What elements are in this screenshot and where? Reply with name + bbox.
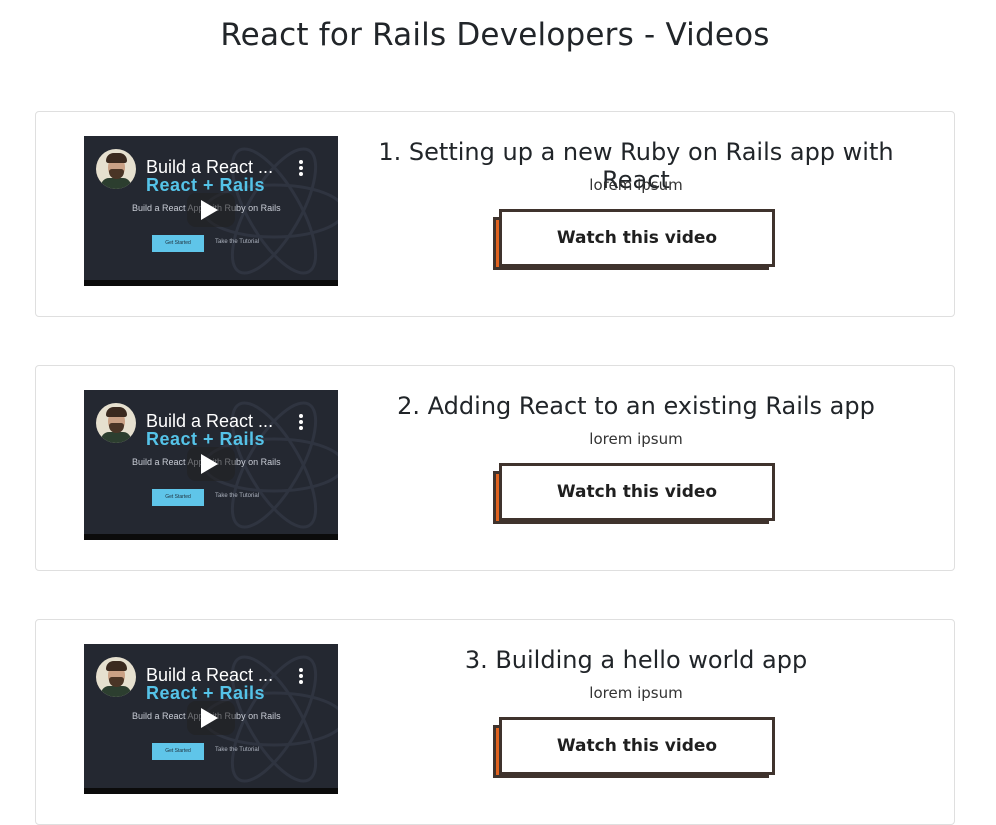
channel-avatar: [96, 657, 136, 697]
thumbnail-secondary-cta: Take the Tutorial: [215, 493, 260, 499]
thumbnail-primary-cta: Get Started: [152, 743, 204, 760]
more-options-icon[interactable]: [297, 414, 305, 432]
video-title: 2. Adding React to an existing Rails app: [397, 392, 875, 420]
watch-video-button-wrap: Watch this video: [493, 209, 775, 271]
thumbnail-primary-cta: Get Started: [152, 235, 204, 252]
video-title: 3. Building a hello world app: [464, 646, 808, 674]
video-description: lorem ipsum: [589, 430, 683, 448]
watch-video-button-wrap: Watch this video: [493, 717, 775, 779]
more-options-icon[interactable]: [297, 668, 305, 686]
watch-video-button[interactable]: Watch this video: [499, 463, 775, 521]
page-title: React for Rails Developers - Videos: [220, 17, 770, 53]
video-card: Build a React ... React + Rails Build a …: [35, 111, 955, 317]
video-description: lorem ipsum: [589, 684, 683, 702]
thumbnail-primary-cta: Get Started: [152, 489, 204, 506]
thumbnail-secondary-cta: Take the Tutorial: [215, 239, 260, 245]
watch-video-button[interactable]: Watch this video: [499, 209, 775, 267]
play-icon: [201, 454, 218, 474]
channel-avatar: [96, 403, 136, 443]
video-description: lorem ipsum: [589, 176, 683, 194]
video-thumbnail[interactable]: Build a React ... React + Rails Build a …: [84, 390, 338, 540]
video-card: Build a React ... React + Rails Build a …: [35, 619, 955, 825]
play-icon: [201, 200, 218, 220]
watch-video-button[interactable]: Watch this video: [499, 717, 775, 775]
play-icon: [201, 708, 218, 728]
video-thumbnail[interactable]: Build a React ... React + Rails Build a …: [84, 644, 338, 794]
channel-avatar: [96, 149, 136, 189]
more-options-icon[interactable]: [297, 160, 305, 178]
watch-video-button-wrap: Watch this video: [493, 463, 775, 525]
video-thumbnail[interactable]: Build a React ... React + Rails Build a …: [84, 136, 338, 286]
thumbnail-secondary-cta: Take the Tutorial: [215, 747, 260, 753]
video-card: Build a React ... React + Rails Build a …: [35, 365, 955, 571]
